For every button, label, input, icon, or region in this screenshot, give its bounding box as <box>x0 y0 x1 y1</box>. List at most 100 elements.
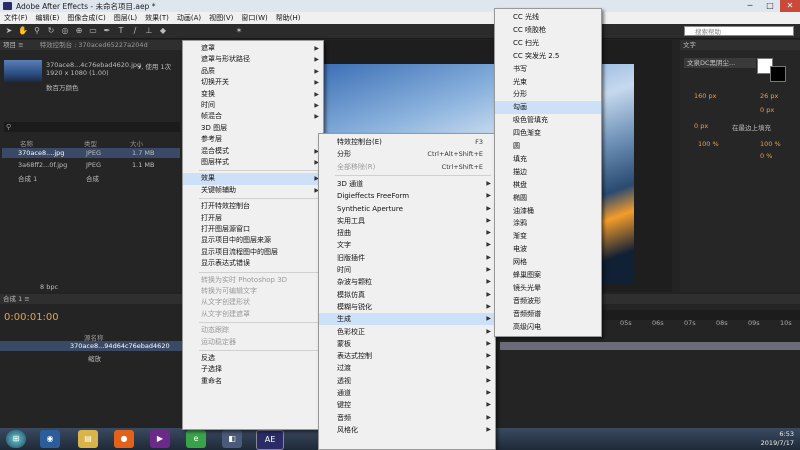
menu-item[interactable]: 渐变 <box>495 230 601 243</box>
project-tab[interactable]: 项目 ≡ 特效控制台 : 370aced65227a204d <box>0 40 182 50</box>
menu-item[interactable]: 分形 <box>495 88 601 101</box>
menubar-item[interactable]: 效果(T) <box>141 12 173 24</box>
menu-item[interactable]: 过渡 ▶ <box>319 362 495 374</box>
file-explorer-icon[interactable]: ▤ <box>78 430 98 448</box>
tsume-value[interactable]: 0 % <box>760 152 772 160</box>
menu-item[interactable]: 帧混合 ▶ <box>183 111 323 122</box>
menu-item[interactable]: 书写 <box>495 63 601 76</box>
menu-item[interactable]: 重命名 <box>183 376 323 387</box>
menu-item[interactable]: CC 扫光 <box>495 37 601 50</box>
bpc-label[interactable]: 8 bpc <box>40 283 58 291</box>
menu-item[interactable]: 表达式控制 ▶ <box>319 350 495 362</box>
brush-tool-icon[interactable]: ∕ <box>130 26 140 36</box>
menu-item[interactable]: 圆 <box>495 140 601 153</box>
menu-item[interactable]: 显示项目流程图中的图层 <box>183 247 323 258</box>
menu-item[interactable]: CC 突发光 2.5 <box>495 50 601 63</box>
vscale-value[interactable]: 100 % <box>698 140 719 148</box>
system-clock[interactable]: 6:53 2019/7/17 <box>761 430 794 448</box>
menu-item[interactable]: 模糊与锐化 ▶ <box>319 301 495 313</box>
app-icon-6[interactable]: ◧ <box>222 430 242 448</box>
menu-item[interactable]: 图层样式 ▶ <box>183 157 323 168</box>
menu-item[interactable]: 效果 ▶ <box>183 173 323 185</box>
close-icon[interactable]: ✕ <box>780 0 800 12</box>
menu-item[interactable]: Synthetic Aperture ▶ <box>319 203 495 215</box>
tracking2-value[interactable]: 0 px <box>760 106 774 114</box>
menu-item[interactable]: 时间 ▶ <box>183 100 323 111</box>
menu-item[interactable]: 音频频谱 <box>495 308 601 321</box>
menu-item[interactable]: 高级闪电 <box>495 321 601 334</box>
zoom-tool-icon[interactable]: ⚲ <box>32 26 42 36</box>
menu-item[interactable]: 风格化 ▶ <box>319 424 495 436</box>
start-button-icon[interactable]: ⊞ <box>6 430 26 448</box>
menu-item[interactable]: 四色渐变 <box>495 127 601 140</box>
media-player-icon[interactable]: ◉ <box>40 430 60 448</box>
menu-item[interactable]: 杂波与颗粒 ▶ <box>319 276 495 288</box>
menu-item[interactable]: 音频 ▶ <box>319 412 495 424</box>
menu-item[interactable]: Digieffects FreeForm ▶ <box>319 190 495 202</box>
minimize-icon[interactable]: ─ <box>740 0 760 12</box>
stroke-color-swatch[interactable] <box>770 66 786 82</box>
menubar-item[interactable]: 动画(A) <box>173 12 205 24</box>
menu-item[interactable]: 变换 ▶ <box>183 89 323 100</box>
text-tool-icon[interactable]: T <box>116 26 126 36</box>
menu-item[interactable]: 3D 图层 <box>183 123 323 134</box>
menu-item[interactable]: 遮罩与形状路径 ▶ <box>183 54 323 65</box>
maximize-icon[interactable]: □ <box>760 0 780 12</box>
menu-item[interactable]: 特效控制台(E) F3 <box>319 136 495 148</box>
menu-item[interactable]: 打开层 <box>183 213 323 224</box>
stroke-fill-select[interactable]: 在最边上填充 <box>732 122 771 132</box>
firefox-icon[interactable]: ● <box>114 430 134 448</box>
menubar-item[interactable]: 帮助(H) <box>272 12 305 24</box>
menu-item[interactable]: 椭圆 <box>495 192 601 205</box>
eraser-tool-icon[interactable]: ◆ <box>158 26 168 36</box>
menu-item[interactable]: 键控 ▶ <box>319 399 495 411</box>
stamp-tool-icon[interactable]: ⊥ <box>144 26 154 36</box>
menu-item[interactable]: 电波 <box>495 243 601 256</box>
tracking-value[interactable]: 0 px <box>694 122 708 130</box>
menu-item[interactable]: 切换开关 ▶ <box>183 77 323 88</box>
menubar-item[interactable]: 视图(V) <box>205 12 237 24</box>
font-size-value[interactable]: 160 px <box>694 92 716 100</box>
menu-item[interactable]: 蒙板 ▶ <box>319 338 495 350</box>
menu-item[interactable]: 遮罩 ▶ <box>183 43 323 54</box>
menu-item[interactable]: CC 喷胶枪 <box>495 24 601 37</box>
menu-item[interactable]: 蜂巢图案 <box>495 269 601 282</box>
menu-item[interactable]: 生成 ▶ <box>319 313 495 326</box>
menubar-item[interactable]: 文件(F) <box>0 12 32 24</box>
menu-item[interactable]: 网格 <box>495 256 601 269</box>
font-select[interactable]: 文泉DC黑阴尘... <box>684 58 756 68</box>
menu-item[interactable]: 吸色管填充 <box>495 114 601 127</box>
menu-item[interactable]: 通道 ▶ <box>319 387 495 399</box>
menubar-item[interactable]: 窗口(W) <box>237 12 271 24</box>
menu-item[interactable]: 模拟仿真 ▶ <box>319 289 495 301</box>
leading-value[interactable]: 26 px <box>760 92 778 100</box>
menu-item[interactable]: 油漆桶 <box>495 205 601 218</box>
menu-item[interactable]: 音频波形 <box>495 295 601 308</box>
menu-item[interactable]: 反选 <box>183 353 323 364</box>
pen-tool-icon[interactable]: ✒ <box>102 26 112 36</box>
menu-item[interactable]: 时间 ▶ <box>319 264 495 276</box>
menubar-item[interactable]: 编辑(E) <box>32 12 64 24</box>
menu-item[interactable]: 填充 <box>495 153 601 166</box>
hand-tool-icon[interactable]: ✋ <box>18 26 28 36</box>
project-search-input[interactable] <box>4 122 180 132</box>
menu-item[interactable]: 色彩校正 ▶ <box>319 326 495 338</box>
rotate-tool-icon[interactable]: ↻ <box>46 26 56 36</box>
menu-item[interactable]: 实用工具 ▶ <box>319 215 495 227</box>
puppet-tool-icon[interactable]: ✶ <box>234 26 244 36</box>
selection-tool-icon[interactable]: ➤ <box>4 26 14 36</box>
pan-tool-icon[interactable]: ⊕ <box>74 26 84 36</box>
menu-item[interactable]: 勾画 <box>495 101 601 115</box>
menu-item[interactable]: 分形 Ctrl+Alt+Shift+E <box>319 148 495 160</box>
menu-item[interactable]: 描边 <box>495 166 601 179</box>
help-search-input[interactable]: 搜索帮助 <box>684 26 794 36</box>
menu-item[interactable]: 子选择 <box>183 364 323 375</box>
menu-item[interactable]: 3D 通道 ▶ <box>319 178 495 190</box>
menu-item[interactable]: 扭曲 ▶ <box>319 227 495 239</box>
layer-duration-bar[interactable] <box>500 342 800 350</box>
menu-item[interactable]: 涂鸦 <box>495 217 601 230</box>
camera-tool-icon[interactable]: ◎ <box>60 26 70 36</box>
menu-item[interactable]: 透视 ▶ <box>319 375 495 387</box>
menu-item[interactable]: 显示表达式错误 <box>183 258 323 269</box>
layer-property[interactable]: 缩放 <box>88 353 101 363</box>
